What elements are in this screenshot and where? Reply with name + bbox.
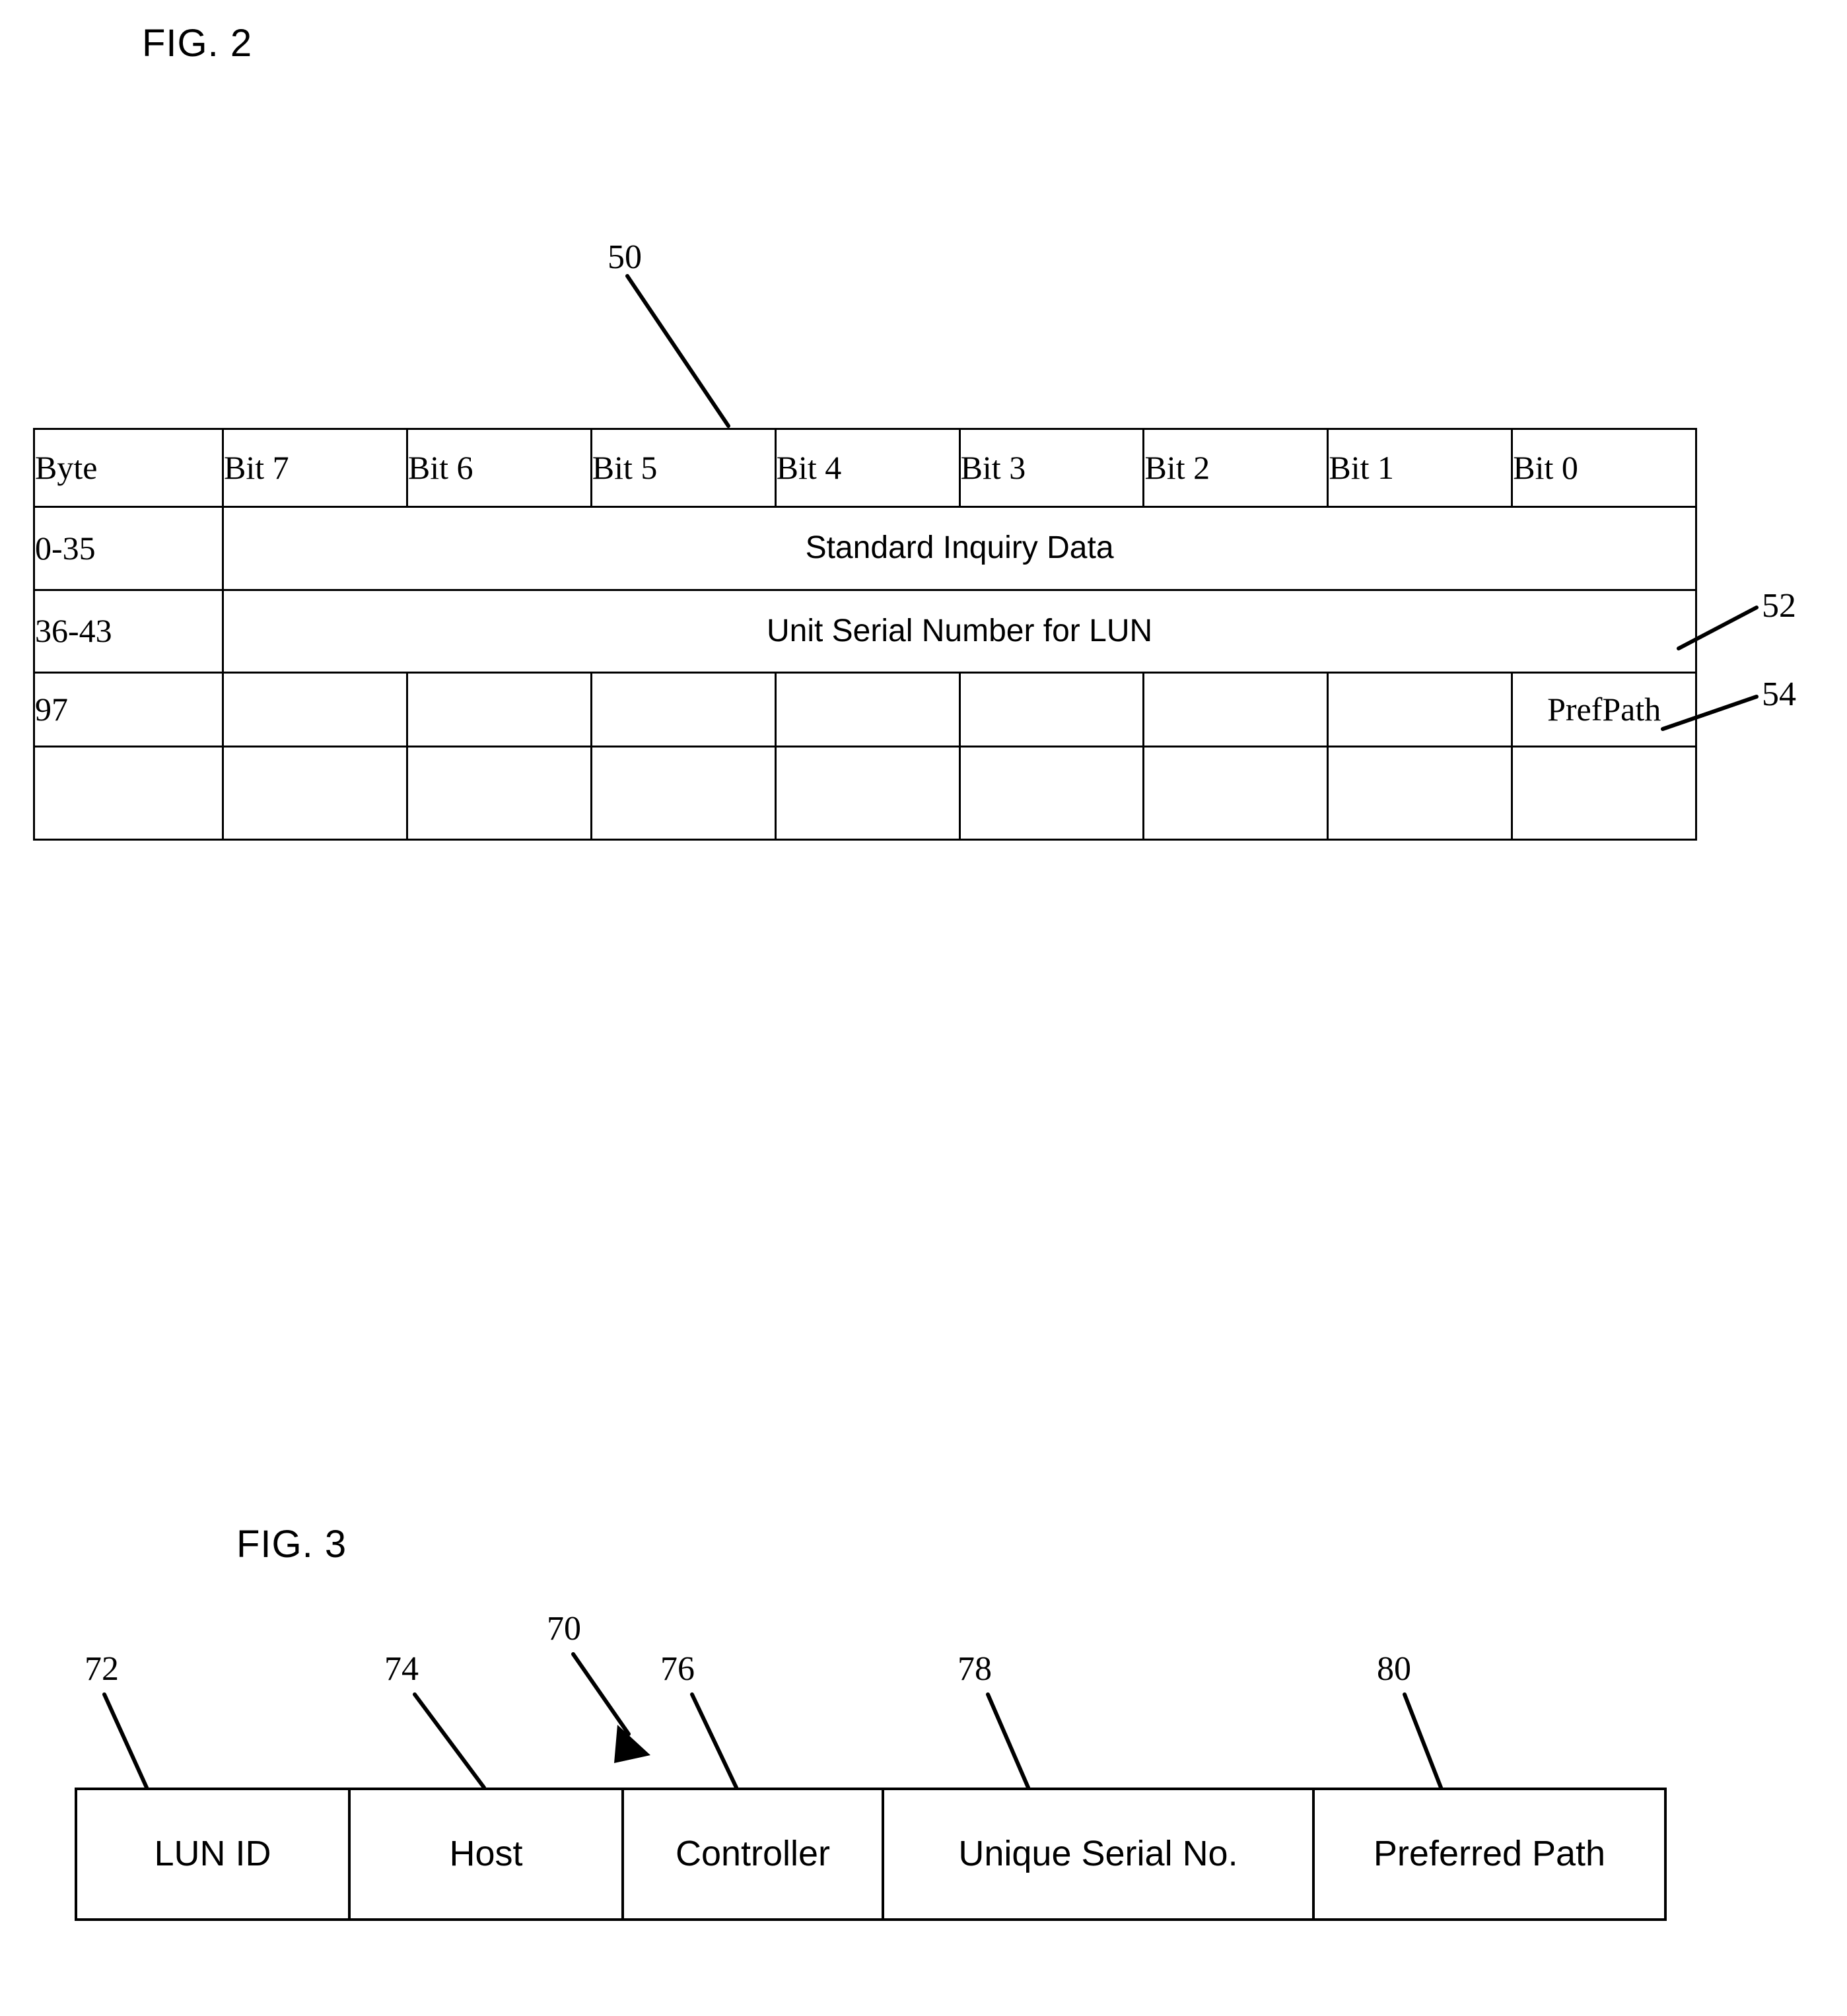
leader-line-50 xyxy=(625,274,730,428)
byte-range-0-35: 0-35 xyxy=(33,505,224,591)
leader-line-70 xyxy=(571,1652,631,1736)
header-cell-bit-3: Bit 3 xyxy=(958,428,1145,508)
bit-cell-97-6 xyxy=(405,672,592,748)
fig2-caption: FIG. 2 xyxy=(142,22,253,65)
standard-inquiry-data-span: Standard Inquiry Data xyxy=(221,505,1698,591)
leader-line-80 xyxy=(1403,1692,1443,1790)
field-lun-id: LUN ID xyxy=(75,1788,351,1921)
bit-cell-empty-5 xyxy=(590,746,777,841)
field-preferred-path: Preferred Path xyxy=(1312,1788,1667,1921)
field-controller: Controller xyxy=(621,1788,884,1921)
arrowhead-70 xyxy=(614,1725,650,1763)
header-cell-byte: Byte xyxy=(33,428,224,508)
bit-cell-empty-3 xyxy=(958,746,1145,841)
ref-numeral-70: 70 xyxy=(547,1610,581,1648)
unit-serial-number-span: Unit Serial Number for LUN xyxy=(221,588,1698,674)
leader-line-76 xyxy=(690,1692,738,1790)
field-host: Host xyxy=(348,1788,624,1921)
table-row-bytes-36-43: 36-43 Unit Serial Number for LUN xyxy=(33,588,1698,674)
table-row-empty xyxy=(33,746,1698,841)
bit-cell-97-7 xyxy=(222,672,408,748)
bit-cell-empty-0 xyxy=(1511,746,1698,841)
header-cell-bit-6: Bit 6 xyxy=(405,428,592,508)
fig3-field-row: LUN ID Host Controller Unique Serial No.… xyxy=(75,1788,1667,1921)
bit-cell-empty-4 xyxy=(774,746,961,841)
header-cell-bit-4: Bit 4 xyxy=(774,428,961,508)
header-cell-bit-2: Bit 2 xyxy=(1142,428,1329,508)
bit-cell-empty-7 xyxy=(222,746,408,841)
byte-range-empty xyxy=(33,746,224,841)
bit-cell-97-4 xyxy=(774,672,961,748)
ref-numeral-80: 80 xyxy=(1377,1650,1411,1688)
bit-cell-97-5 xyxy=(590,672,777,748)
header-cell-bit-5: Bit 5 xyxy=(590,428,777,508)
header-cell-bit-0: Bit 0 xyxy=(1511,428,1698,508)
bit-cell-empty-6 xyxy=(405,746,592,841)
ref-numeral-76: 76 xyxy=(660,1650,695,1688)
ref-numeral-78: 78 xyxy=(958,1650,992,1688)
ref-numeral-50: 50 xyxy=(608,238,642,276)
field-unique-serial-no: Unique Serial No. xyxy=(882,1788,1315,1921)
bit-cell-97-2 xyxy=(1142,672,1329,748)
bit-cell-empty-2 xyxy=(1142,746,1329,841)
header-cell-bit-1: Bit 1 xyxy=(1327,428,1514,508)
bit-cell-empty-1 xyxy=(1327,746,1514,841)
ref-numeral-54: 54 xyxy=(1762,676,1796,713)
patent-figure-page: FIG. 2 Byte Bit 7 Bit 6 Bit 5 Bit 4 Bit … xyxy=(0,0,1847,2016)
table-header-row: Byte Bit 7 Bit 6 Bit 5 Bit 4 Bit 3 Bit 2… xyxy=(33,428,1698,508)
header-cell-bit-7: Bit 7 xyxy=(222,428,408,508)
fig2-inquiry-data-table: Byte Bit 7 Bit 6 Bit 5 Bit 4 Bit 3 Bit 2… xyxy=(33,428,1698,841)
leader-line-74 xyxy=(413,1692,486,1790)
bit-cell-97-1 xyxy=(1327,672,1514,748)
ref-numeral-72: 72 xyxy=(85,1650,119,1688)
table-row-bytes-0-35: 0-35 Standard Inquiry Data xyxy=(33,505,1698,591)
ref-numeral-74: 74 xyxy=(384,1650,419,1688)
bit-cell-97-0-prefpath: PrefPath xyxy=(1511,672,1698,748)
byte-range-36-43: 36-43 xyxy=(33,588,224,674)
ref-numeral-52: 52 xyxy=(1762,587,1796,625)
byte-range-97: 97 xyxy=(33,672,224,748)
leader-line-72 xyxy=(102,1692,149,1790)
table-row-byte-97: 97 PrefPath xyxy=(33,672,1698,748)
bit-cell-97-3 xyxy=(958,672,1145,748)
fig3-caption: FIG. 3 xyxy=(236,1523,347,1566)
leader-line-78 xyxy=(986,1692,1030,1790)
fig3-record-structure: LUN ID Host Controller Unique Serial No.… xyxy=(75,1788,1667,1921)
leader-lines-overlay xyxy=(102,274,1759,1790)
